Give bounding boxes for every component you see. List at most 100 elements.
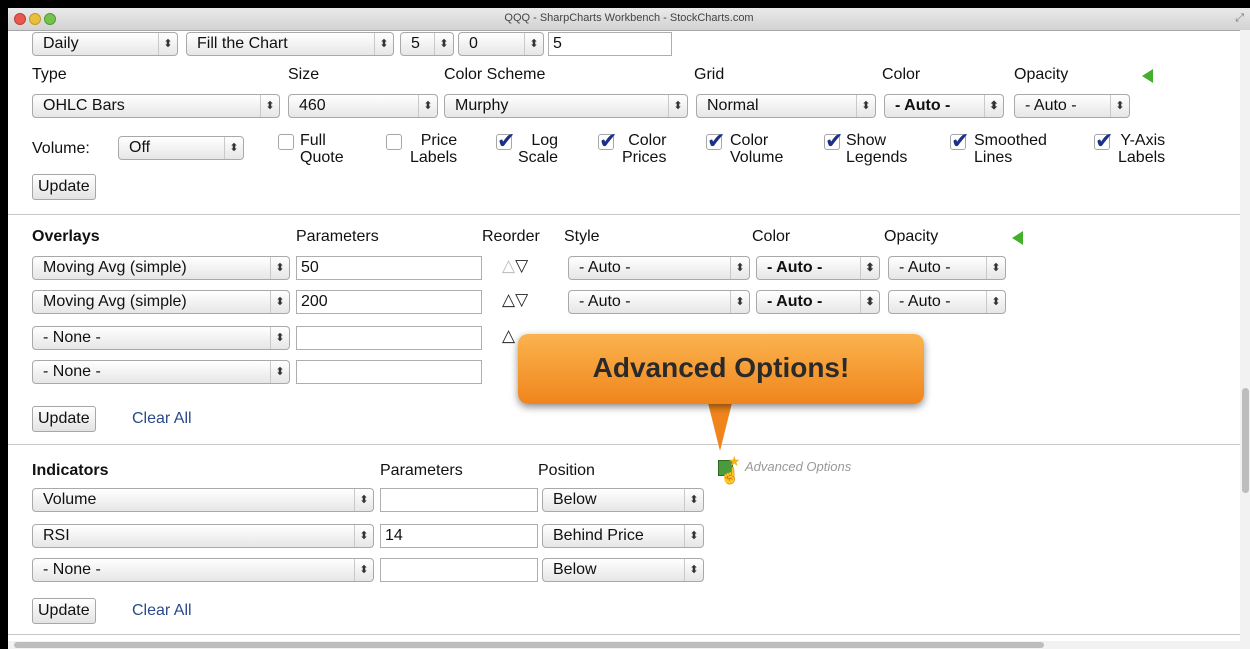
overlay-3-parameters[interactable] bbox=[296, 326, 482, 350]
chart-type-select[interactable]: OHLC Bars ⬍ bbox=[32, 94, 280, 118]
window-titlebar: QQQ - SharpCharts Workbench - StockChart… bbox=[8, 8, 1250, 31]
range-select-1[interactable]: 5 ⬍ bbox=[400, 32, 454, 56]
overlay-2-color-select[interactable]: - Auto - ⬍ bbox=[756, 290, 880, 314]
select-arrows-icon: ⬍ bbox=[270, 327, 289, 349]
overlay-1-parameters[interactable]: 50 bbox=[296, 256, 482, 280]
show-legends-checkbox[interactable] bbox=[824, 128, 843, 154]
move-down-icon[interactable]: ▽ bbox=[515, 256, 528, 275]
overlay-1-opacity-select[interactable]: - Auto - ⬍ bbox=[888, 256, 1006, 280]
select-arrows-icon: ⬍ bbox=[418, 95, 437, 117]
advanced-options-link[interactable]: Advanced Options bbox=[745, 459, 851, 474]
overlay-1-color-select[interactable]: - Auto - ⬍ bbox=[756, 256, 880, 280]
section-divider bbox=[8, 214, 1240, 215]
overlay-2-reorder[interactable]: △▽ bbox=[502, 290, 528, 310]
window-title: QQQ - SharpCharts Workbench - StockChart… bbox=[504, 12, 754, 24]
period-select[interactable]: Daily ⬍ bbox=[32, 32, 178, 56]
advanced-options-callout: Advanced Options! bbox=[518, 334, 924, 404]
select-arrows-icon: ⬍ bbox=[270, 291, 289, 313]
log-scale-checkbox[interactable] bbox=[496, 128, 515, 154]
volume-label: Volume: bbox=[32, 140, 90, 157]
indicator-3-select[interactable]: - None - ⬍ bbox=[32, 558, 374, 582]
full-quote-checkbox[interactable] bbox=[278, 134, 294, 150]
overlays-style-header: Style bbox=[564, 228, 600, 245]
size-mode-select[interactable]: Fill the Chart ⬍ bbox=[186, 32, 394, 56]
indicator-2-position-select[interactable]: Behind Price ⬍ bbox=[542, 524, 704, 548]
overlay-2-opacity-select[interactable]: - Auto - ⬍ bbox=[888, 290, 1006, 314]
chart-color-select[interactable]: - Auto - ⬍ bbox=[884, 94, 1004, 118]
select-arrows-icon: ⬍ bbox=[856, 95, 875, 117]
color-volume-checkbox[interactable] bbox=[706, 128, 725, 154]
overlay-1-select[interactable]: Moving Avg (simple) ⬍ bbox=[32, 256, 290, 280]
move-up-icon[interactable]: △ bbox=[502, 290, 515, 309]
overlay-3-select[interactable]: - None - ⬍ bbox=[32, 326, 290, 350]
overlay-3-reorder[interactable]: △ bbox=[502, 326, 515, 346]
opacity-label: Opacity bbox=[1014, 66, 1069, 83]
overlays-update-button[interactable]: Update bbox=[32, 406, 96, 432]
price-labels-label: Price Labels bbox=[410, 132, 458, 166]
fullscreen-icon[interactable]: ⤢ bbox=[1235, 12, 1244, 25]
select-arrows-icon: ⬍ bbox=[158, 33, 177, 55]
vertical-scrollbar[interactable] bbox=[1240, 30, 1250, 649]
overlays-header: Overlays bbox=[32, 228, 100, 245]
indicator-1-select[interactable]: Volume ⬍ bbox=[32, 488, 374, 512]
move-up-icon[interactable]: △ bbox=[502, 326, 515, 345]
indicator-3-position-select[interactable]: Below ⬍ bbox=[542, 558, 704, 582]
move-up-icon[interactable]: △ bbox=[502, 256, 515, 275]
range-select-2[interactable]: 0 ⬍ bbox=[458, 32, 544, 56]
select-arrows-icon: ⬍ bbox=[354, 559, 373, 581]
overlay-1-style-select[interactable]: - Auto - ⬍ bbox=[568, 256, 750, 280]
overlays-reorder-header: Reorder bbox=[482, 228, 540, 245]
volume-select[interactable]: Off ⬍ bbox=[118, 136, 244, 160]
overlay-1-reorder[interactable]: △▽ bbox=[502, 256, 528, 276]
collapse-arrow-icon[interactable] bbox=[1012, 231, 1023, 245]
overlay-2-style-select[interactable]: - Auto - ⬍ bbox=[568, 290, 750, 314]
select-arrows-icon: ⬍ bbox=[684, 559, 703, 581]
collapse-arrow-icon[interactable] bbox=[1142, 69, 1153, 83]
select-arrows-icon: ⬍ bbox=[1110, 95, 1129, 117]
indicators-clear-all-link[interactable]: Clear All bbox=[132, 602, 192, 620]
overlays-clear-all-link[interactable]: Clear All bbox=[132, 410, 192, 428]
select-arrows-icon: ⬍ bbox=[270, 257, 289, 279]
select-arrows-icon: ⬍ bbox=[524, 33, 543, 55]
indicators-update-button[interactable]: Update bbox=[32, 598, 96, 624]
attributes-update-button[interactable]: Update bbox=[32, 174, 96, 200]
grid-label: Grid bbox=[694, 66, 725, 83]
indicator-1-position-select[interactable]: Below ⬍ bbox=[542, 488, 704, 512]
size-label: Size bbox=[288, 66, 320, 83]
overlay-4-select[interactable]: - None - ⬍ bbox=[32, 360, 290, 384]
smoothed-lines-label: Smoothed Lines bbox=[974, 132, 1047, 166]
horizontal-scroll-thumb[interactable] bbox=[14, 642, 1044, 648]
indicators-position-header: Position bbox=[538, 462, 595, 479]
indicator-2-select[interactable]: RSI ⬍ bbox=[32, 524, 374, 548]
section-divider bbox=[8, 444, 1240, 445]
select-arrows-icon: ⬍ bbox=[684, 489, 703, 511]
range-extra-input[interactable]: 5 bbox=[548, 32, 672, 56]
indicator-1-parameters[interactable] bbox=[380, 488, 538, 512]
indicator-3-parameters[interactable] bbox=[380, 558, 538, 582]
overlay-2-parameters[interactable]: 200 bbox=[296, 290, 482, 314]
select-arrows-icon: ⬍ bbox=[224, 137, 243, 159]
show-legends-label: Show Legends bbox=[846, 132, 908, 166]
select-arrows-icon: ⬍ bbox=[860, 291, 879, 313]
price-labels-checkbox[interactable] bbox=[386, 134, 402, 150]
full-quote-label: Full Quote bbox=[300, 132, 344, 166]
y-axis-labels-checkbox[interactable] bbox=[1094, 128, 1113, 154]
color-prices-checkbox[interactable] bbox=[598, 128, 617, 154]
smoothed-lines-checkbox[interactable] bbox=[950, 128, 969, 154]
grid-select[interactable]: Normal ⬍ bbox=[696, 94, 876, 118]
section-divider bbox=[8, 634, 1240, 635]
chart-opacity-select[interactable]: - Auto - ⬍ bbox=[1014, 94, 1130, 118]
select-arrows-icon: ⬍ bbox=[260, 95, 279, 117]
color-scheme-select[interactable]: Murphy ⬍ bbox=[444, 94, 688, 118]
select-arrows-icon: ⬍ bbox=[986, 257, 1005, 279]
overlay-4-parameters[interactable] bbox=[296, 360, 482, 384]
y-axis-labels-label: Y-Axis Labels bbox=[1118, 132, 1166, 166]
chart-size-select[interactable]: 460 ⬍ bbox=[288, 94, 438, 118]
indicator-2-parameters[interactable]: 14 bbox=[380, 524, 538, 548]
color-label: Color bbox=[882, 66, 921, 83]
overlays-opacity-header: Opacity bbox=[884, 228, 939, 245]
color-prices-label: Color Prices bbox=[622, 132, 667, 166]
overlay-2-select[interactable]: Moving Avg (simple) ⬍ bbox=[32, 290, 290, 314]
vertical-scroll-thumb[interactable] bbox=[1242, 388, 1249, 493]
move-down-icon[interactable]: ▽ bbox=[515, 290, 528, 309]
